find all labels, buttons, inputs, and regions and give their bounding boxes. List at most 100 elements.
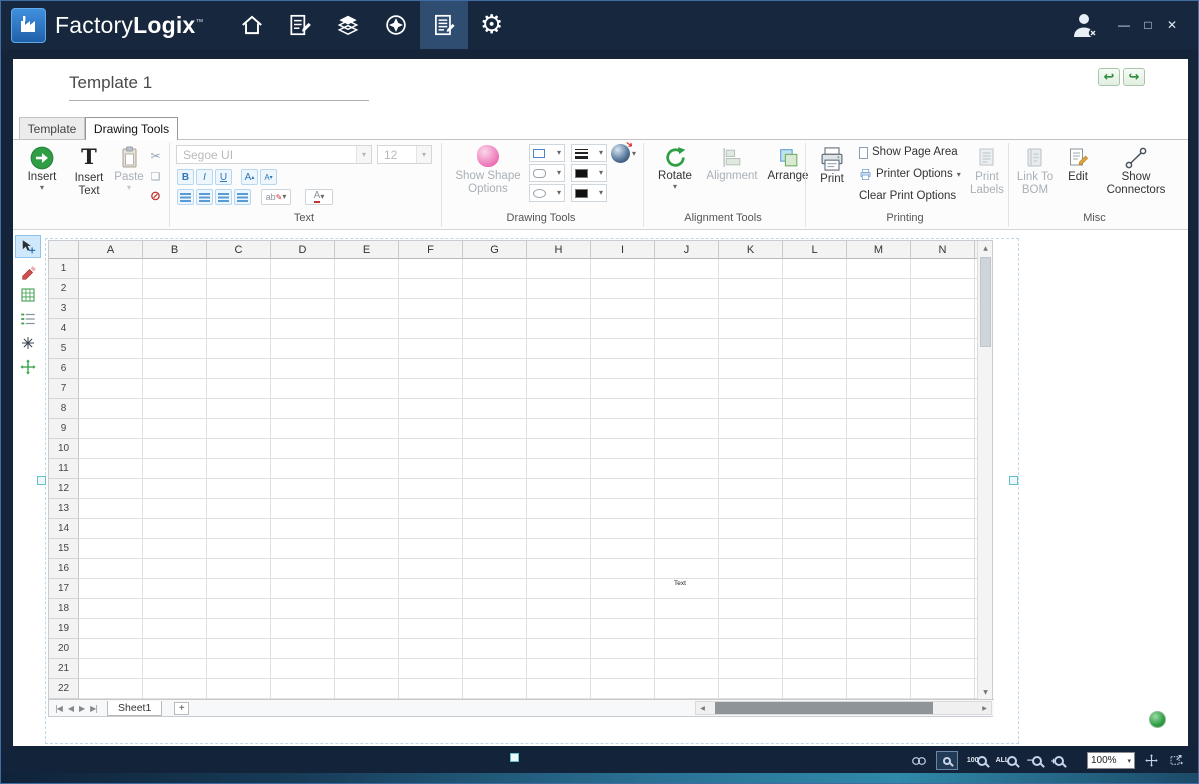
column-header[interactable]: D bbox=[271, 241, 335, 259]
copy-button[interactable]: ❏ bbox=[147, 168, 164, 184]
row-header[interactable]: 2 bbox=[49, 279, 79, 299]
grid-cell[interactable] bbox=[143, 479, 207, 499]
grid-cell[interactable] bbox=[335, 559, 399, 579]
row-header[interactable]: 5 bbox=[49, 339, 79, 359]
grid-cell[interactable] bbox=[783, 539, 847, 559]
grid-cell[interactable] bbox=[527, 679, 591, 699]
green-orb-button[interactable] bbox=[1149, 711, 1166, 728]
grid-cell[interactable] bbox=[79, 259, 143, 279]
grid-cell[interactable] bbox=[335, 659, 399, 679]
nav-navigator-button[interactable] bbox=[372, 1, 420, 49]
line-thickness-combo[interactable]: ▾ bbox=[571, 144, 607, 162]
grid-cell[interactable] bbox=[207, 499, 271, 519]
grid-cell[interactable] bbox=[527, 339, 591, 359]
grid-cell[interactable] bbox=[911, 579, 975, 599]
print-button[interactable]: Print bbox=[811, 145, 853, 186]
grid-cell[interactable] bbox=[719, 339, 783, 359]
grid-cell[interactable] bbox=[143, 299, 207, 319]
grid-cell[interactable] bbox=[847, 639, 911, 659]
grid-cell[interactable] bbox=[783, 619, 847, 639]
grid-cell[interactable] bbox=[719, 359, 783, 379]
grid-cell[interactable] bbox=[847, 459, 911, 479]
grid-cell[interactable] bbox=[655, 679, 719, 699]
grid-cell[interactable] bbox=[719, 459, 783, 479]
grid-cell[interactable] bbox=[463, 459, 527, 479]
grid-cell[interactable] bbox=[207, 579, 271, 599]
grid-cell[interactable] bbox=[911, 299, 975, 319]
show-shape-options-button[interactable]: Show Shape Options bbox=[449, 145, 527, 196]
grid-cell[interactable] bbox=[591, 279, 655, 299]
grid-cell[interactable] bbox=[591, 679, 655, 699]
grid-cell[interactable] bbox=[79, 519, 143, 539]
grid-cell[interactable] bbox=[527, 639, 591, 659]
grid-cell[interactable] bbox=[335, 299, 399, 319]
column-header[interactable]: M bbox=[847, 241, 911, 259]
grid-cell[interactable] bbox=[719, 659, 783, 679]
grid-cell[interactable] bbox=[79, 679, 143, 699]
grid-cell[interactable] bbox=[783, 599, 847, 619]
row-header[interactable]: 12 bbox=[49, 479, 79, 499]
grid-cell[interactable] bbox=[847, 339, 911, 359]
scroll-up-arrow[interactable]: ▲ bbox=[978, 241, 993, 255]
shape-rectangle-combo[interactable]: ▾ bbox=[529, 144, 565, 162]
grid-cell[interactable] bbox=[335, 419, 399, 439]
grid-cell[interactable] bbox=[271, 379, 335, 399]
shape-ellipse-combo[interactable]: ▾ bbox=[529, 184, 565, 202]
undo-button[interactable]: ↩ bbox=[1098, 68, 1120, 86]
grid-cell[interactable] bbox=[655, 259, 719, 279]
grid-cell[interactable] bbox=[591, 579, 655, 599]
user-account-button[interactable] bbox=[1068, 10, 1102, 40]
grid-cell[interactable] bbox=[911, 339, 975, 359]
grid-cell[interactable] bbox=[847, 379, 911, 399]
print-labels-button[interactable]: Print Labels bbox=[969, 145, 1005, 197]
grid-cell[interactable] bbox=[719, 479, 783, 499]
grid-cell[interactable] bbox=[783, 379, 847, 399]
column-header[interactable]: K bbox=[719, 241, 783, 259]
grid-cell[interactable] bbox=[463, 379, 527, 399]
grid-cell[interactable] bbox=[207, 679, 271, 699]
grid-cell[interactable] bbox=[527, 299, 591, 319]
grid-cell[interactable] bbox=[719, 679, 783, 699]
grid-cell[interactable] bbox=[207, 619, 271, 639]
grid-cell[interactable] bbox=[527, 619, 591, 639]
grid-cell[interactable] bbox=[591, 639, 655, 659]
scroll-left-arrow[interactable]: ◀ bbox=[696, 705, 709, 712]
sheet-last-button[interactable]: ▶| bbox=[90, 704, 97, 713]
zoom-out-button[interactable]: − bbox=[1026, 756, 1042, 766]
selection-handle-right[interactable] bbox=[1009, 476, 1018, 485]
grid-cell[interactable] bbox=[143, 659, 207, 679]
grid-cell[interactable] bbox=[783, 359, 847, 379]
row-header[interactable]: 22 bbox=[49, 679, 79, 699]
grid-cell[interactable] bbox=[591, 499, 655, 519]
select-tool-button[interactable] bbox=[15, 235, 41, 258]
grid-cell[interactable] bbox=[783, 579, 847, 599]
grid-cell[interactable] bbox=[271, 679, 335, 699]
grid-cell[interactable] bbox=[143, 459, 207, 479]
nav-form-editor-button[interactable] bbox=[276, 1, 324, 49]
grid-cell[interactable] bbox=[591, 659, 655, 679]
grid-cell[interactable] bbox=[719, 619, 783, 639]
grid-cell[interactable] bbox=[207, 559, 271, 579]
grid-cell[interactable] bbox=[79, 379, 143, 399]
grid-cell[interactable] bbox=[335, 359, 399, 379]
grid-cell[interactable] bbox=[143, 339, 207, 359]
grid-cell[interactable] bbox=[911, 599, 975, 619]
row-header[interactable]: 11 bbox=[49, 459, 79, 479]
grid-cell[interactable] bbox=[911, 379, 975, 399]
grid-cell[interactable] bbox=[335, 339, 399, 359]
grid-cell[interactable] bbox=[399, 339, 463, 359]
column-header[interactable]: L bbox=[783, 241, 847, 259]
grid-cell[interactable] bbox=[655, 279, 719, 299]
grid-cell[interactable] bbox=[591, 619, 655, 639]
grid-cell[interactable] bbox=[463, 559, 527, 579]
app-logo-icon[interactable] bbox=[11, 8, 46, 43]
grid-cell[interactable] bbox=[591, 379, 655, 399]
snap-tool-button[interactable] bbox=[15, 331, 41, 354]
maximize-button[interactable]: □ bbox=[1136, 13, 1160, 37]
tab-template[interactable]: Template bbox=[19, 117, 85, 139]
grid-cell[interactable] bbox=[783, 559, 847, 579]
selection-handle-left[interactable] bbox=[37, 476, 46, 485]
grid-cell[interactable] bbox=[847, 479, 911, 499]
link-to-bom-button[interactable]: Link To BOM bbox=[1013, 145, 1057, 197]
grid-cell[interactable] bbox=[719, 379, 783, 399]
